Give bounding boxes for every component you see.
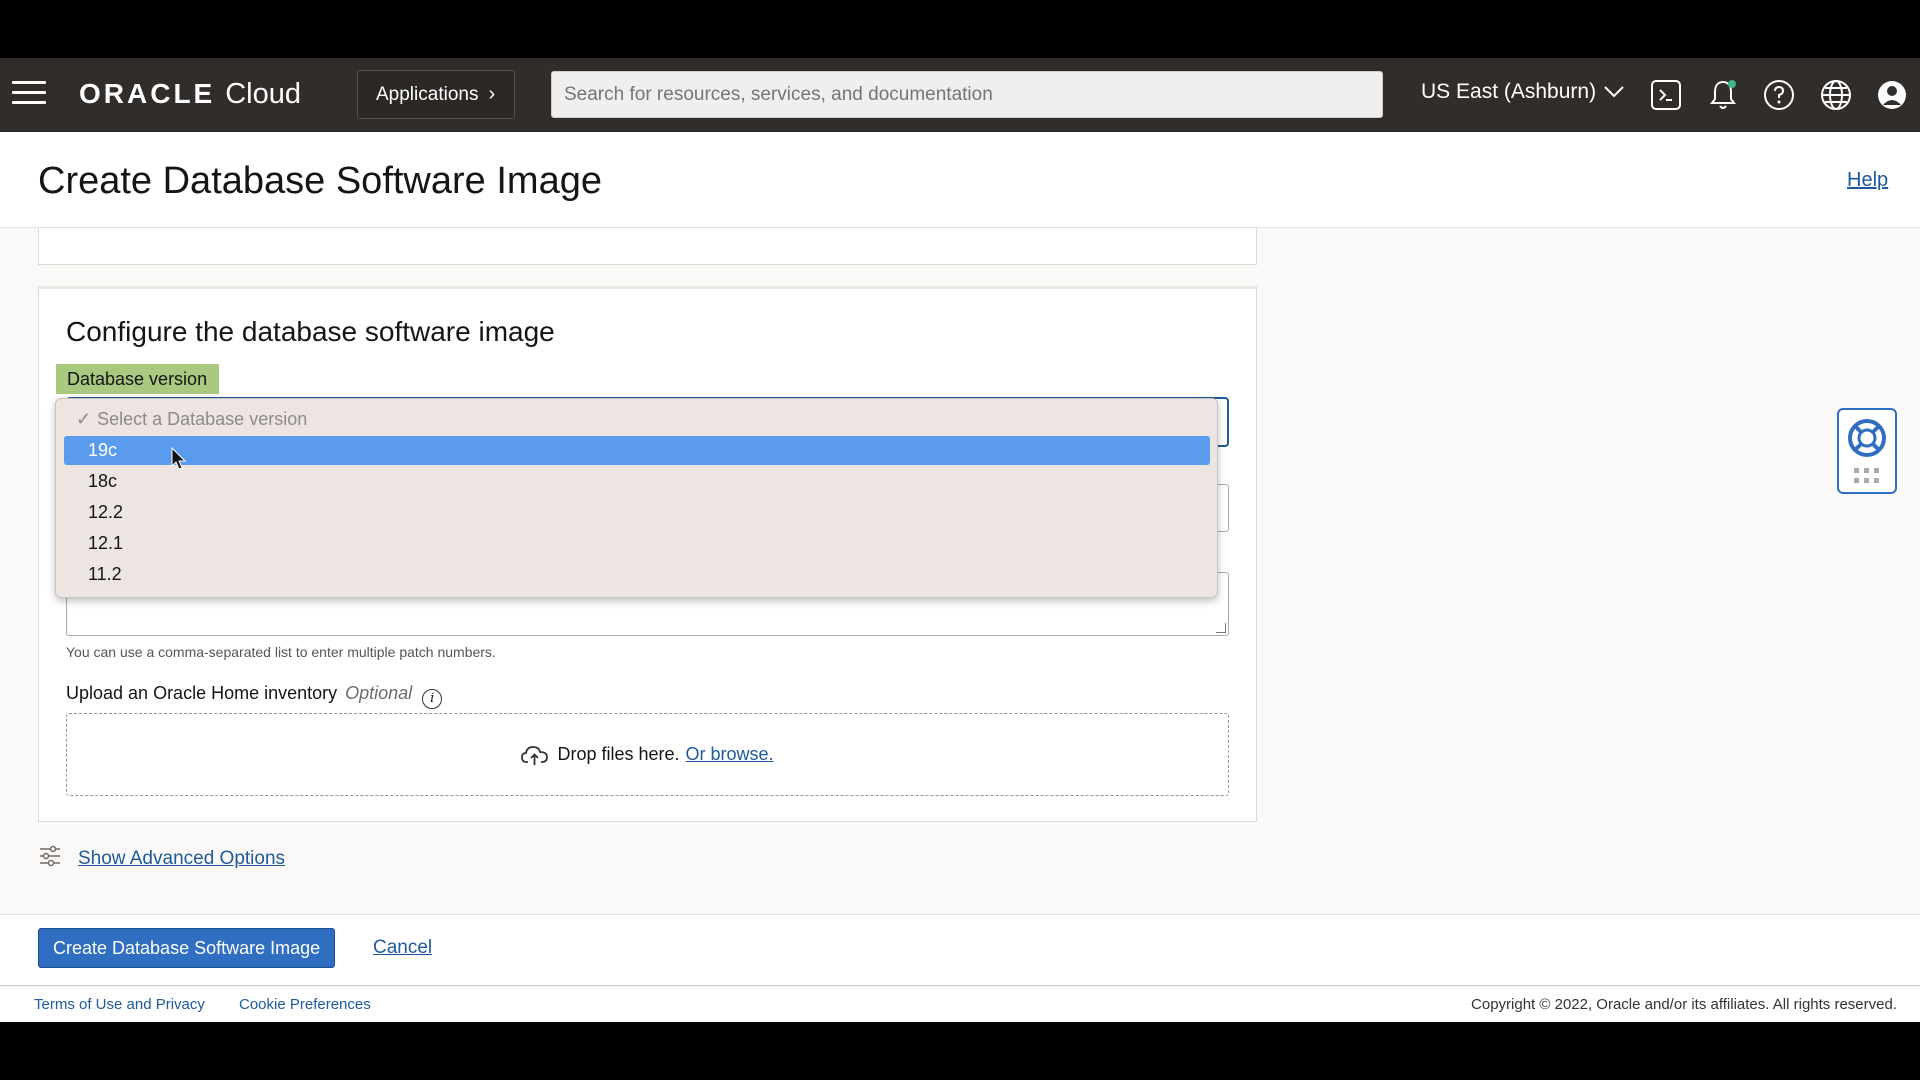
browse-link[interactable]: Or browse. (686, 744, 774, 765)
user-profile-icon[interactable] (1874, 77, 1910, 113)
section-title: Configure the database software image (66, 316, 555, 347)
terms-link[interactable]: Terms of Use and Privacy (34, 996, 205, 1013)
upload-label-text: Upload an Oracle Home inventory (66, 683, 338, 703)
database-version-dropdown-list: ✓ Select a Database version 19c 18c 12.2 … (55, 398, 1218, 598)
brand-cloud: Cloud (225, 77, 302, 110)
search-input[interactable] (551, 71, 1383, 118)
info-icon[interactable]: i (422, 688, 443, 709)
help-widget[interactable] (1837, 408, 1897, 494)
dropdown-placeholder-option[interactable]: ✓ Select a Database version (64, 405, 1210, 434)
applications-label: Applications (376, 83, 479, 105)
region-selector[interactable]: US East (Ashburn) (1421, 80, 1624, 104)
page-footer: Terms of Use and Privacy Cookie Preferen… (0, 987, 1920, 1022)
copyright-text: Copyright © 2022, Oracle and/or its affi… (1471, 996, 1897, 1013)
dropzone-text: Drop files here. (557, 744, 680, 764)
language-globe-icon[interactable] (1818, 77, 1854, 113)
resize-handle-icon[interactable] (1216, 623, 1226, 633)
previous-section-card (38, 228, 1257, 265)
page-title: Create Database Software Image (38, 160, 602, 202)
upload-inventory-label: Upload an Oracle Home inventory Optional i (66, 683, 443, 709)
cookie-preferences-link[interactable]: Cookie Preferences (239, 996, 371, 1013)
oracle-cloud-logo[interactable]: ORACLE Cloud (79, 74, 301, 114)
region-label: US East (Ashburn) (1421, 80, 1597, 103)
dropdown-option[interactable]: 19c (64, 436, 1210, 465)
show-advanced-options[interactable]: Show Advanced Options (38, 844, 285, 873)
chevron-down-icon (1604, 81, 1624, 104)
advanced-options-link[interactable]: Show Advanced Options (78, 848, 285, 870)
dropdown-option[interactable]: 12.1 (64, 529, 1210, 558)
mouse-cursor-icon (171, 446, 187, 476)
dropdown-option[interactable]: 18c (64, 467, 1210, 496)
chevron-right-icon: › (488, 83, 496, 105)
dropdown-option[interactable]: 12.2 (64, 498, 1210, 527)
top-navigation-bar: ORACLE Cloud Applications › US East (Ash… (0, 58, 1920, 132)
cloud-upload-icon (521, 744, 549, 766)
cloud-shell-icon[interactable] (1648, 77, 1684, 113)
notifications-bell-icon[interactable] (1705, 77, 1741, 113)
file-dropzone[interactable]: Drop files here. Or browse. (66, 713, 1229, 796)
brand-oracle: ORACLE (79, 78, 216, 109)
database-version-label: Database version (56, 364, 220, 394)
action-bar: Create Database Software Image Cancel (0, 914, 1920, 986)
dropdown-option[interactable]: 11.2 (64, 560, 1210, 589)
optional-tag: Optional (345, 683, 413, 703)
checkmark-icon: ✓ (76, 409, 92, 429)
page-title-bar: Create Database Software Image Help (0, 132, 1920, 228)
cancel-link[interactable]: Cancel (373, 937, 432, 959)
sliders-icon (38, 844, 62, 873)
applications-button[interactable]: Applications › (357, 70, 515, 119)
hamburger-menu-icon[interactable] (12, 81, 46, 109)
patch-hint-text: You can use a comma-separated list to en… (66, 644, 496, 660)
create-image-button[interactable]: Create Database Software Image (38, 928, 336, 968)
help-question-icon[interactable] (1761, 77, 1797, 113)
help-link[interactable]: Help (1847, 169, 1888, 192)
placeholder-text: Select a Database version (97, 409, 308, 429)
